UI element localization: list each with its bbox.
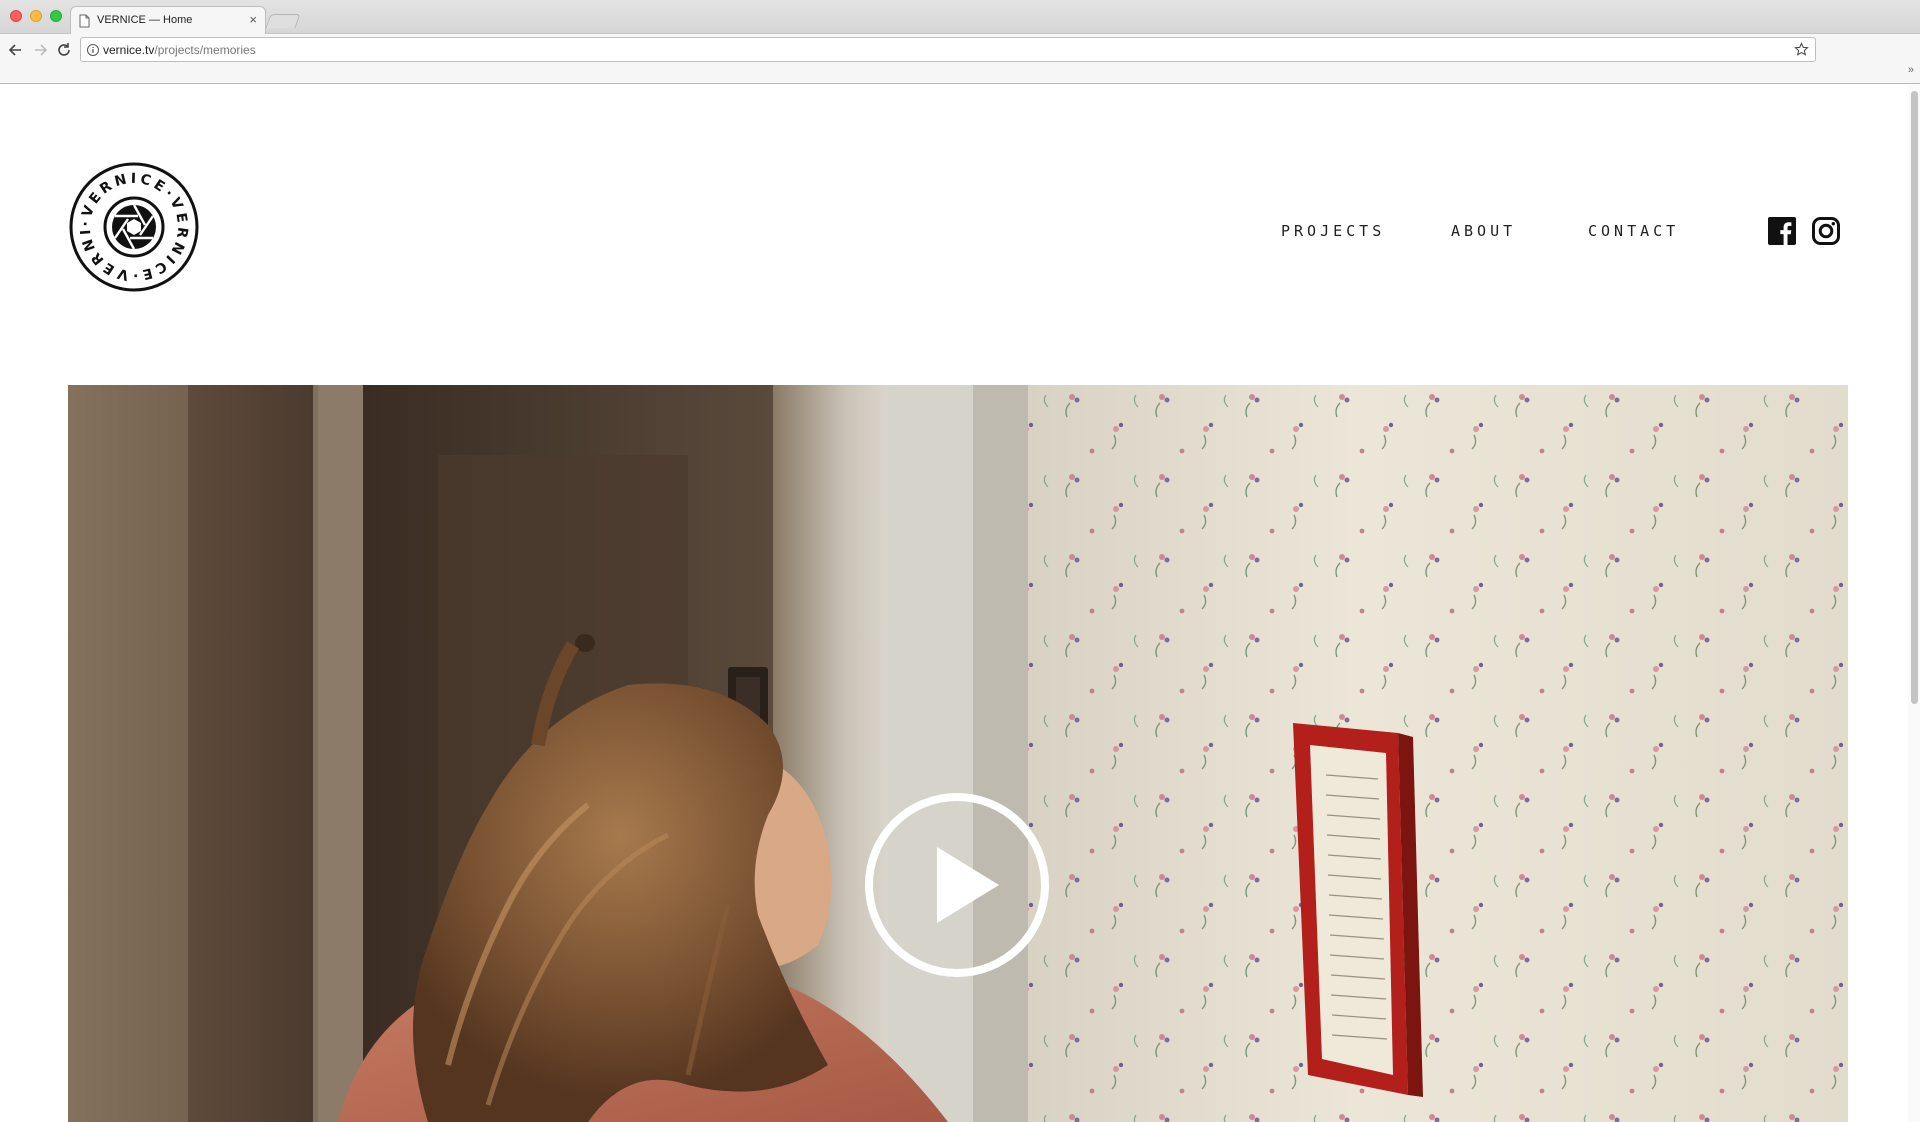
web-page: ·VERNICE·VERNICE·VERNICE PROJECTS ABOUT … [0, 85, 1920, 1122]
aperture-icon [103, 196, 165, 258]
facebook-icon[interactable] [1768, 217, 1796, 245]
back-arrow-icon[interactable] [6, 40, 26, 60]
browser-tab[interactable]: VERNICE — Home × [70, 6, 266, 35]
reload-icon[interactable] [54, 40, 74, 60]
maximize-window-button[interactable] [50, 10, 62, 22]
instagram-icon[interactable] [1812, 217, 1840, 245]
play-icon [937, 847, 999, 923]
nav-contact-link[interactable]: CONTACT [1588, 222, 1679, 240]
play-button[interactable] [863, 791, 1051, 979]
url-host: vernice.tv [103, 43, 155, 57]
bookmarks-overflow-icon[interactable]: » [1908, 64, 1914, 76]
tab-close-icon[interactable]: × [249, 13, 257, 27]
scrollbar-thumb[interactable] [1911, 91, 1918, 704]
browser-tab-strip: VERNICE — Home × [0, 0, 1920, 35]
forward-arrow-icon[interactable] [30, 40, 50, 60]
minimize-window-button[interactable] [30, 10, 42, 22]
new-tab-button[interactable] [265, 14, 301, 28]
vernice-logo[interactable]: ·VERNICE·VERNICE·VERNICE [68, 161, 200, 293]
url-path: /projects/memories [154, 43, 256, 57]
address-bar[interactable]: vernice.tv/projects/memories [80, 37, 1816, 62]
tab-title: VERNICE — Home [97, 14, 193, 26]
url-text[interactable]: vernice.tv/projects/memories [103, 43, 256, 57]
nav-about-link[interactable]: ABOUT [1451, 222, 1516, 240]
close-window-button[interactable] [10, 10, 22, 22]
document-icon [79, 14, 90, 28]
bookmark-star-icon[interactable] [1794, 42, 1809, 57]
info-icon[interactable] [86, 43, 100, 57]
nav-projects-link[interactable]: PROJECTS [1281, 222, 1385, 240]
browser-toolbar: vernice.tv/projects/memories » [0, 34, 1920, 84]
hero-video[interactable] [68, 385, 1848, 1122]
page-scrollbar[interactable] [1908, 85, 1920, 1122]
video-thumbnail-image [68, 385, 1848, 1122]
